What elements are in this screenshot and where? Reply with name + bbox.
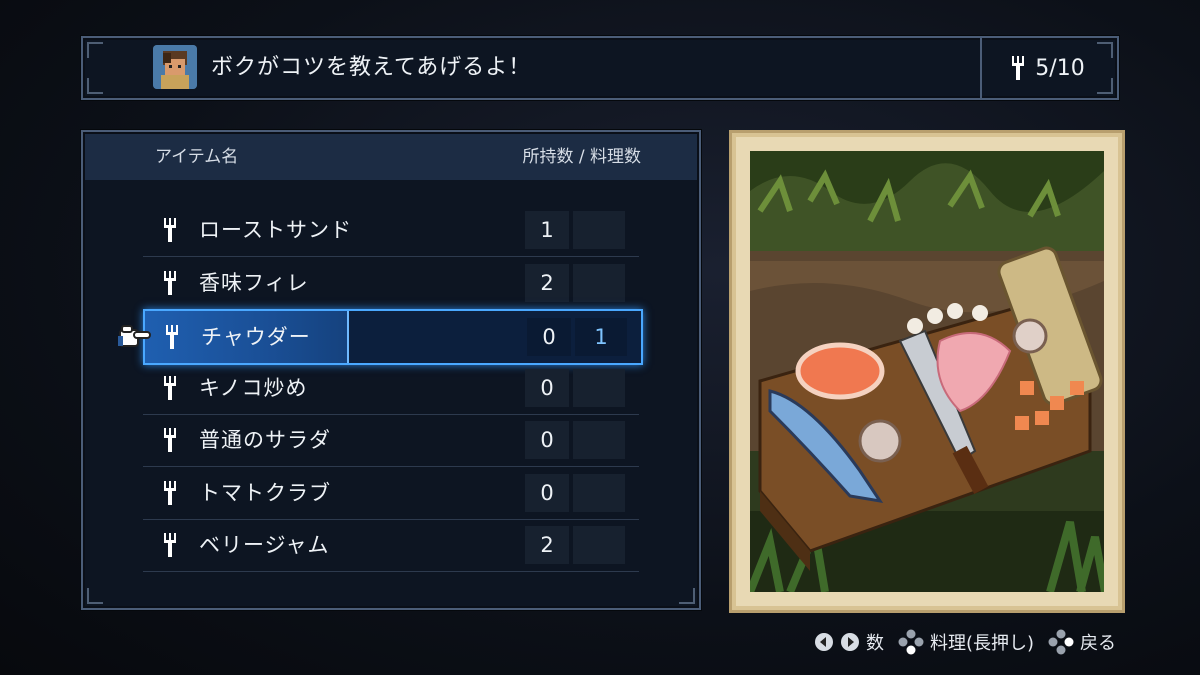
recipe-name: 香味フィレ <box>199 270 309 295</box>
fork-icon <box>163 218 177 242</box>
recipe-row[interactable]: トマトクラブ 0 <box>143 467 639 520</box>
dish-illustration-card <box>729 130 1125 613</box>
hint-count-label: 数 <box>865 633 884 654</box>
cook-count[interactable] <box>573 473 625 512</box>
hint-count: 数 <box>814 629 884 655</box>
right-button-icon <box>840 633 859 651</box>
dialogue-text: ボクがコツを教えてあげるよ！ <box>211 55 532 80</box>
list-header: アイテム名 所持数 / 料理数 <box>85 134 697 180</box>
fork-icon <box>163 375 177 400</box>
column-header-name: アイテム名 <box>155 147 239 167</box>
recipe-name: トマトクラブ <box>199 480 331 505</box>
cook-count-value: 5/10 <box>1035 55 1085 81</box>
recipe-name: ローストサンド <box>199 218 352 242</box>
recipe-list-panel: アイテム名 所持数 / 料理数 ローストサンド 1 香味フィレ 2 チャウダー 0 1 キノコ… <box>81 130 701 610</box>
divider <box>980 38 982 98</box>
face-buttons-icon <box>1048 629 1074 655</box>
owned-count: 2 <box>525 263 569 302</box>
owned-count: 0 <box>525 368 569 407</box>
owned-count: 0 <box>525 473 569 512</box>
cook-count[interactable] <box>573 211 625 249</box>
recipe-name: ベリージャム <box>199 533 330 557</box>
hint-back: 戻る <box>1048 629 1116 655</box>
recipe-row[interactable]: ローストサンド 1 <box>143 204 639 257</box>
left-button-icon <box>814 633 833 651</box>
fork-icon <box>163 533 177 557</box>
recipe-row[interactable]: ベリージャム 2 <box>143 519 639 572</box>
cook-counter: 5/10 <box>988 38 1108 98</box>
fork-icon <box>163 428 177 452</box>
cook-count[interactable] <box>573 263 625 302</box>
recipe-name: 普通のサラダ <box>199 428 331 452</box>
button-hints: 数 料理(長押し) 戻る <box>814 628 1116 656</box>
owned-count: 0 <box>525 421 569 459</box>
cook-count[interactable] <box>573 368 625 407</box>
owned-count: 2 <box>525 526 569 564</box>
recipe-name: チャウダー <box>201 325 311 349</box>
top-bar: ボクがコツを教えてあげるよ！ 5/10 <box>81 36 1119 100</box>
recipe-name: キノコ炒め <box>199 375 308 400</box>
chowder-ingredients-image <box>750 151 1104 592</box>
hint-back-label: 戻る <box>1080 633 1116 654</box>
recipe-row[interactable]: 香味フィレ 2 <box>143 257 639 310</box>
hint-cook-label: 料理(長押し) <box>929 633 1034 654</box>
fork-icon <box>165 325 179 349</box>
column-header-counts: 所持数 / 料理数 <box>522 147 641 167</box>
cook-count[interactable] <box>573 526 625 564</box>
owned-count: 1 <box>525 211 569 249</box>
recipe-row[interactable]: チャウダー 0 1 <box>143 309 643 365</box>
recipe-row[interactable]: キノコ炒め 0 <box>143 362 639 415</box>
owned-count: 0 <box>527 318 571 356</box>
pointing-hand-icon <box>118 322 152 352</box>
recipe-row[interactable]: 普通のサラダ 0 <box>143 414 639 467</box>
cook-count[interactable] <box>573 421 625 459</box>
cook-count[interactable]: 1 <box>575 318 627 356</box>
fork-icon <box>163 480 177 505</box>
hint-cook: 料理(長押し) <box>898 629 1034 655</box>
fork-icon <box>1012 56 1025 80</box>
face-buttons-icon <box>898 629 924 655</box>
character-portrait <box>153 45 197 89</box>
fork-icon <box>163 270 177 295</box>
